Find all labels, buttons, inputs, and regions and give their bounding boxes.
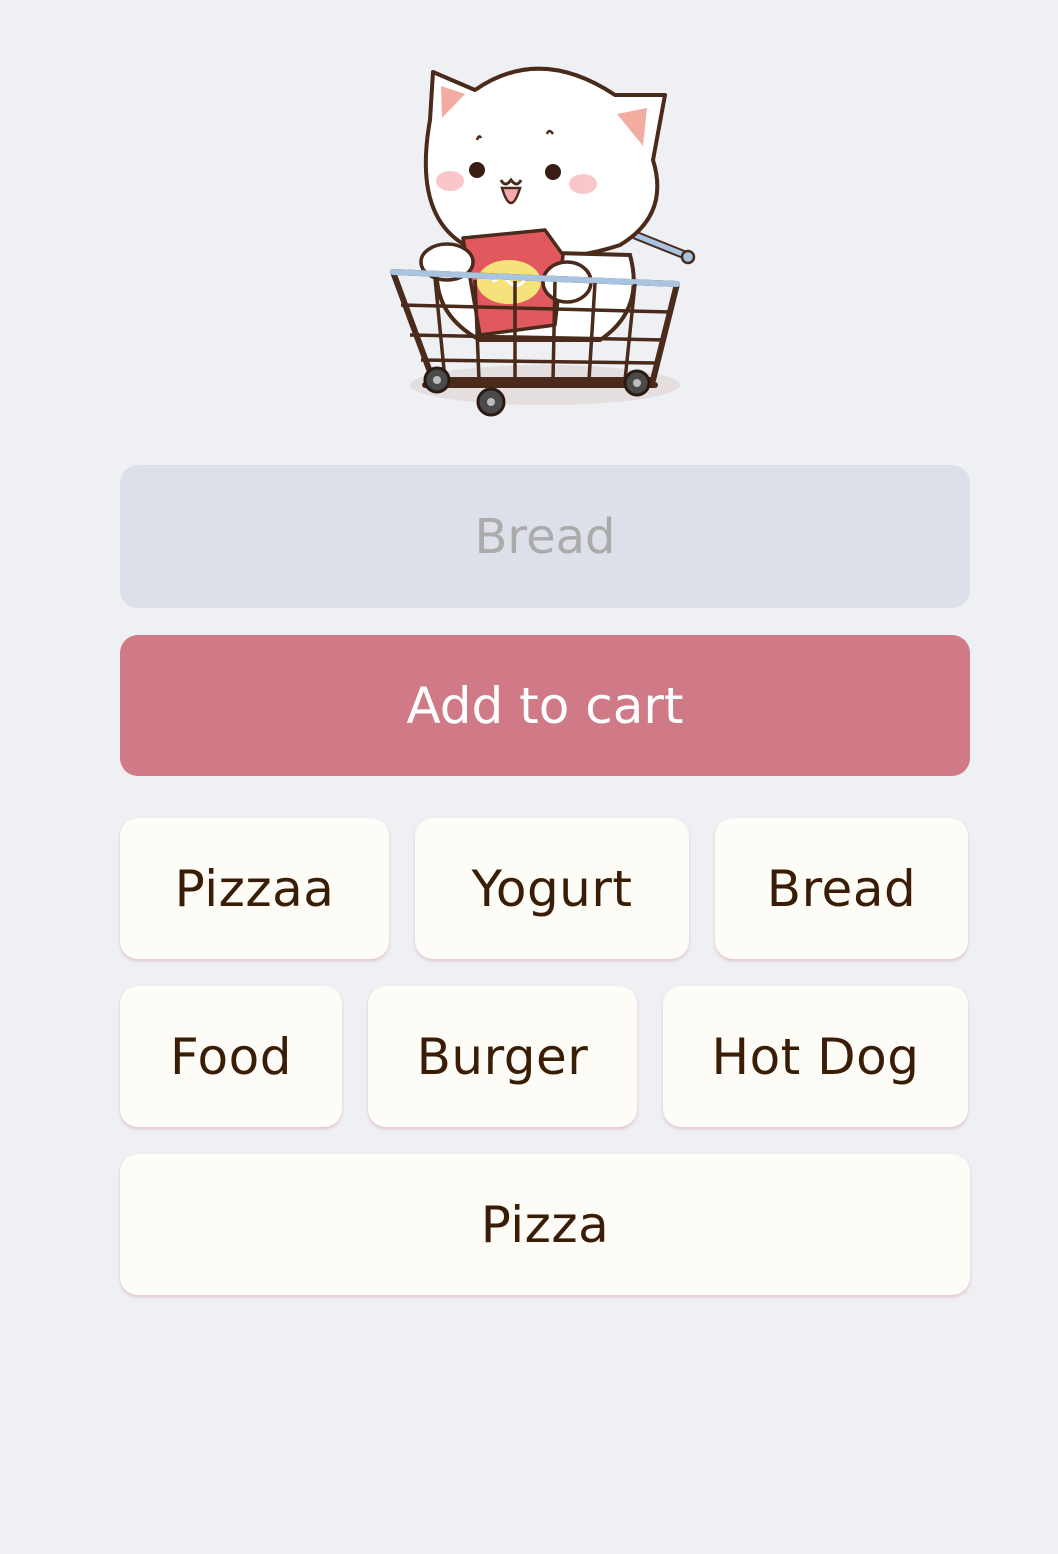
list-item[interactable]: Yogurt xyxy=(415,818,689,959)
list-item[interactable]: Pizzaa xyxy=(120,818,389,959)
list-item[interactable]: Bread xyxy=(715,818,968,959)
list-item[interactable]: Pizza xyxy=(120,1154,970,1295)
cart-items-list: Pizzaa Yogurt Bread Food Burger Hot Dog … xyxy=(120,818,970,1322)
add-to-cart-button[interactable]: Add to cart xyxy=(120,635,970,776)
list-item[interactable]: Food xyxy=(120,986,342,1127)
list-item[interactable]: Hot Dog xyxy=(663,986,968,1127)
item-name-input[interactable] xyxy=(120,465,970,608)
items-row: Pizza xyxy=(120,1154,970,1295)
items-row: Pizzaa Yogurt Bread xyxy=(120,818,970,959)
cat-in-shopping-cart-icon xyxy=(390,66,696,417)
items-row: Food Burger Hot Dog xyxy=(120,986,970,1127)
list-item[interactable]: Burger xyxy=(368,986,637,1127)
